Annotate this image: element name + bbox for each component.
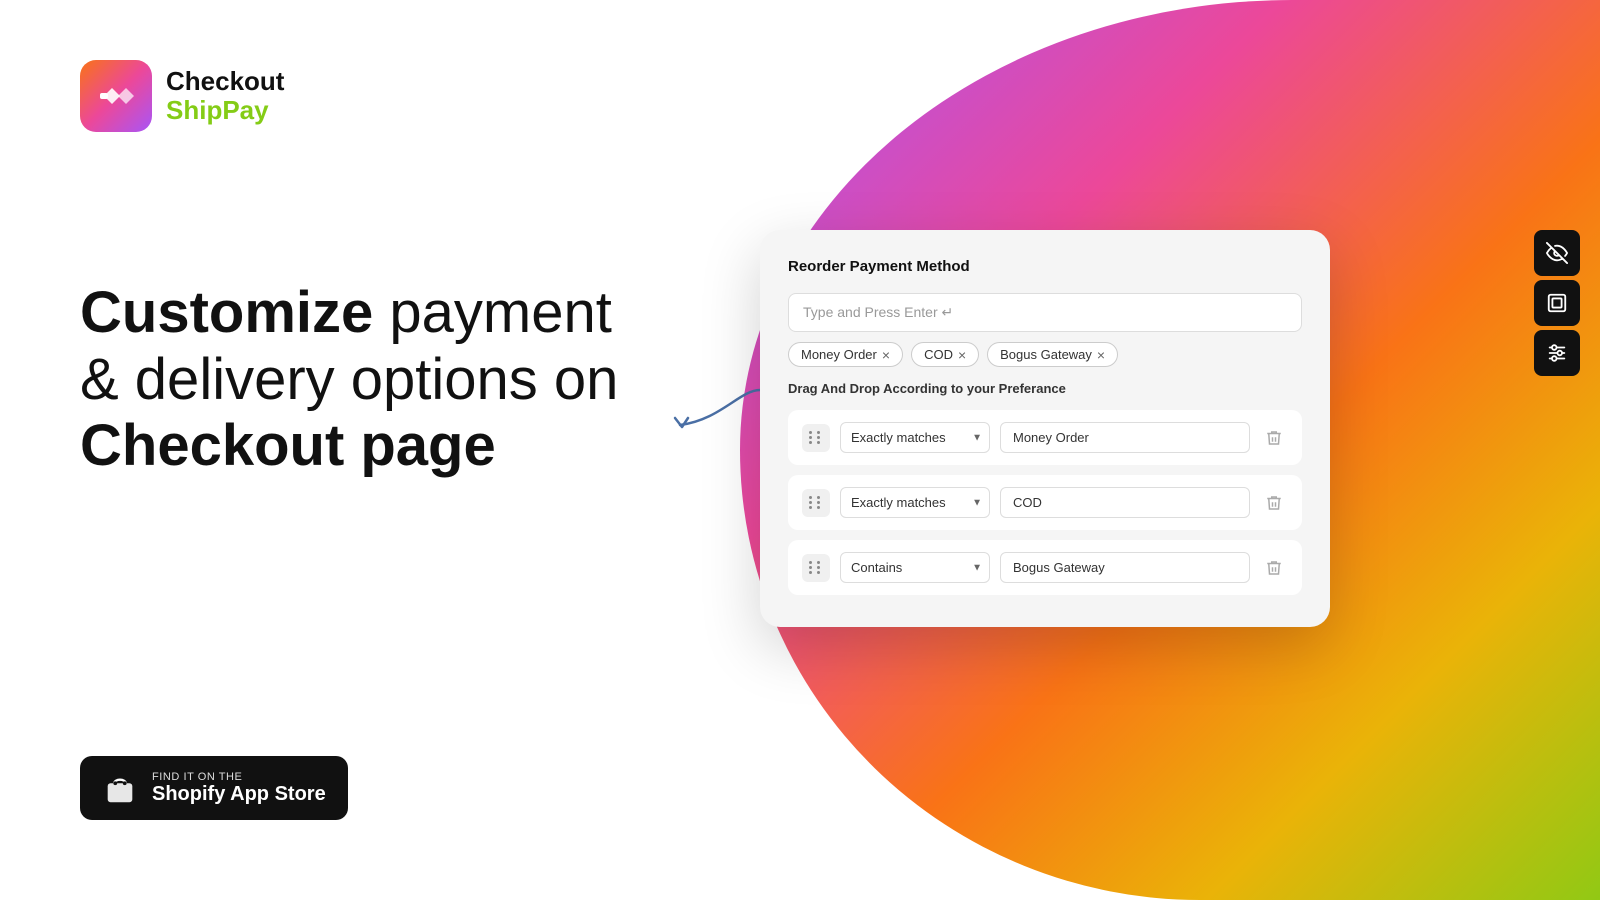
match-select-1[interactable]: Exactly matches Contains Starts with End…	[840, 422, 990, 453]
logo-svg	[96, 76, 136, 116]
tag-money-order-label: Money Order	[801, 347, 877, 362]
match-select-wrapper-2: Exactly matches Contains Starts with End…	[840, 487, 990, 518]
dot	[817, 561, 820, 564]
side-toolbar	[1534, 230, 1580, 376]
drag-label: Drag And Drop According to your Preferan…	[788, 381, 1302, 396]
tag-cod[interactable]: COD ×	[911, 342, 979, 367]
dot	[809, 431, 812, 434]
dot	[809, 501, 812, 504]
card-title: Reorder Payment Method	[788, 258, 1302, 275]
tag-cod-label: COD	[924, 347, 953, 362]
arrow-decoration	[650, 370, 770, 450]
value-input-1[interactable]	[1000, 422, 1250, 453]
logo-checkout-label: Checkout	[166, 67, 284, 96]
dot	[817, 436, 820, 439]
row-item-1: Exactly matches Contains Starts with End…	[788, 410, 1302, 465]
drag-handle-2[interactable]	[802, 489, 830, 517]
delete-btn-3[interactable]	[1260, 554, 1288, 582]
dot	[809, 506, 812, 509]
drag-dots-2	[809, 496, 823, 509]
dot	[817, 501, 820, 504]
dot	[809, 561, 812, 564]
eye-off-icon	[1546, 242, 1568, 264]
row-item-3: Exactly matches Contains Starts with End…	[788, 540, 1302, 595]
match-select-wrapper-1: Exactly matches Contains Starts with End…	[840, 422, 990, 453]
match-select-2[interactable]: Exactly matches Contains Starts with End…	[840, 487, 990, 518]
hero-line1: Customize payment	[80, 280, 618, 347]
dot	[809, 571, 812, 574]
dot	[817, 496, 820, 499]
type-input[interactable]: Type and Press Enter ↵	[788, 293, 1302, 332]
frame-icon	[1546, 292, 1568, 314]
tag-bogus-gateway[interactable]: Bogus Gateway ×	[987, 342, 1118, 367]
hero-bold: Customize	[80, 280, 373, 345]
tag-cod-remove[interactable]: ×	[958, 348, 966, 362]
dot	[809, 441, 812, 444]
delete-btn-1[interactable]	[1260, 424, 1288, 452]
logo-area: Checkout ShipPay	[80, 60, 284, 132]
logo-shippay-label: ShipPay	[166, 96, 284, 125]
dot	[817, 571, 820, 574]
tags-row: Money Order × COD × Bogus Gateway ×	[788, 342, 1302, 367]
hero-line2: & delivery options on	[80, 347, 618, 414]
dot	[809, 566, 812, 569]
dot	[817, 566, 820, 569]
shopify-icon	[102, 770, 138, 806]
tag-money-order-remove[interactable]: ×	[882, 348, 890, 362]
sliders-icon	[1546, 342, 1568, 364]
filter-button[interactable]	[1534, 330, 1580, 376]
shopify-badge[interactable]: FIND IT ON THE Shopify App Store	[80, 756, 348, 820]
logo-text: Checkout ShipPay	[166, 67, 284, 124]
match-select-wrapper-3: Exactly matches Contains Starts with End…	[840, 552, 990, 583]
delete-btn-2[interactable]	[1260, 489, 1288, 517]
drag-dots-3	[809, 561, 823, 574]
dot	[809, 496, 812, 499]
shopify-store-label: Shopify App Store	[152, 783, 326, 806]
hero-line3: Checkout page	[80, 413, 618, 480]
drag-handle-1[interactable]	[802, 424, 830, 452]
trash-icon-2	[1265, 494, 1283, 512]
row-item-2: Exactly matches Contains Starts with End…	[788, 475, 1302, 530]
tag-bogus-gateway-label: Bogus Gateway	[1000, 347, 1092, 362]
shopify-badge-text: FIND IT ON THE Shopify App Store	[152, 771, 326, 806]
drag-handle-3[interactable]	[802, 554, 830, 582]
dot	[817, 506, 820, 509]
dot	[817, 431, 820, 434]
trash-icon-3	[1265, 559, 1283, 577]
tag-bogus-gateway-remove[interactable]: ×	[1097, 348, 1105, 362]
frame-button[interactable]	[1534, 280, 1580, 326]
shopify-find-label: FIND IT ON THE	[152, 771, 326, 783]
value-input-2[interactable]	[1000, 487, 1250, 518]
logo-icon	[80, 60, 152, 132]
dot	[809, 436, 812, 439]
match-select-3[interactable]: Exactly matches Contains Starts with End…	[840, 552, 990, 583]
ui-card: Reorder Payment Method Type and Press En…	[760, 230, 1330, 627]
hero-section: Customize payment & delivery options on …	[80, 280, 618, 480]
hide-button[interactable]	[1534, 230, 1580, 276]
value-input-3[interactable]	[1000, 552, 1250, 583]
trash-icon-1	[1265, 429, 1283, 447]
drag-dots-1	[809, 431, 823, 444]
tag-money-order[interactable]: Money Order ×	[788, 342, 903, 367]
dot	[817, 441, 820, 444]
